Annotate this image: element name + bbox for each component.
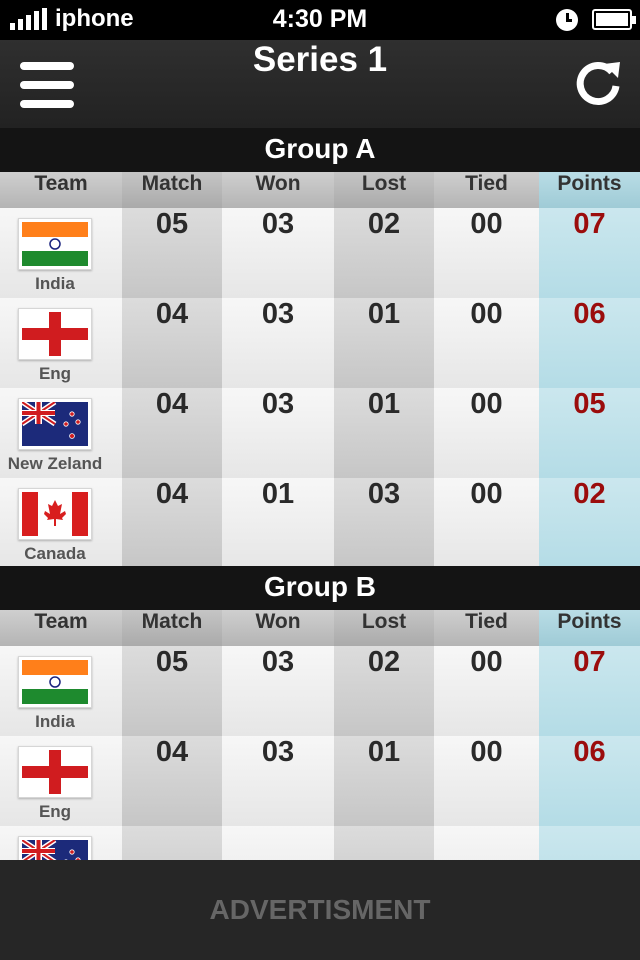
lost-cell: 01 (334, 298, 434, 388)
column-header-team[interactable]: Team (0, 172, 122, 208)
won-cell: 03 (222, 208, 334, 298)
points-cell: 07 (539, 646, 640, 736)
team-row[interactable]: Canada 04 01 03 00 02 (0, 478, 640, 568)
england-flag-icon (18, 308, 92, 360)
ad-banner[interactable]: ADVERTISMENT (0, 860, 640, 960)
points-cell: 06 (539, 736, 640, 826)
team-row[interactable]: India 05 03 02 00 07 (0, 646, 640, 736)
points-cell: 07 (539, 208, 640, 298)
match-cell: 04 (122, 298, 222, 388)
column-header-match[interactable]: Match (122, 172, 222, 208)
column-header-points[interactable]: Points (539, 610, 640, 646)
tied-cell: 00 (434, 646, 539, 736)
team-name: Eng (38, 802, 72, 821)
status-time: 4:30 PM (272, 5, 368, 33)
lost-cell: 02 (334, 646, 434, 736)
team-cell: New Zeland (0, 388, 122, 478)
tied-cell: 00 (434, 298, 539, 388)
column-header-tied[interactable]: Tied (434, 610, 539, 646)
tied-cell: 00 (434, 736, 539, 826)
column-header-row: Team Match Won Lost Tied Points (0, 610, 640, 646)
england-flag-icon (18, 746, 92, 798)
column-header-lost[interactable]: Lost (334, 610, 434, 646)
column-header-points[interactable]: Points (539, 172, 640, 208)
lost-cell: 01 (334, 736, 434, 826)
team-row[interactable]: India 05 03 02 00 07 (0, 208, 640, 298)
refresh-icon (576, 62, 620, 105)
lost-cell: 02 (334, 208, 434, 298)
new-zealand-flag-icon (18, 398, 92, 450)
team-row[interactable]: Eng 04 03 01 00 06 (0, 736, 640, 826)
alarm-clock-icon (556, 9, 578, 31)
team-row[interactable]: Eng 04 03 01 00 06 (0, 298, 640, 388)
won-cell: 03 (222, 298, 334, 388)
team-name: India (35, 712, 75, 731)
match-cell: 04 (122, 478, 222, 568)
column-header-tied[interactable]: Tied (434, 172, 539, 208)
india-flag-icon (18, 656, 92, 708)
match-cell: 04 (122, 736, 222, 826)
team-cell: Canada (0, 478, 122, 568)
column-header-won[interactable]: Won (222, 610, 334, 646)
tied-cell: 00 (434, 478, 539, 568)
points-cell: 02 (539, 478, 640, 568)
team-cell: Eng (0, 736, 122, 826)
match-cell: 05 (122, 646, 222, 736)
team-name: New Zeland (7, 454, 103, 473)
canada-flag-icon (18, 488, 92, 540)
lost-cell: 01 (334, 388, 434, 478)
column-header-team[interactable]: Team (0, 610, 122, 646)
team-cell: India (0, 208, 122, 298)
team-cell: Eng (0, 298, 122, 388)
points-cell: 06 (539, 298, 640, 388)
tied-cell: 00 (434, 208, 539, 298)
won-cell: 03 (222, 646, 334, 736)
column-header-lost[interactable]: Lost (334, 172, 434, 208)
won-cell: 03 (222, 736, 334, 826)
team-row[interactable]: New Zeland 04 03 01 00 05 (0, 388, 640, 478)
match-cell: 04 (122, 388, 222, 478)
nav-bar: Series 1 (0, 40, 640, 128)
column-header-won[interactable]: Won (222, 172, 334, 208)
column-header-row: Team Match Won Lost Tied Points (0, 172, 640, 208)
column-header-match[interactable]: Match (122, 610, 222, 646)
ad-label: ADVERTISMENT (209, 894, 431, 925)
group-header: Group A (0, 128, 640, 172)
team-name: Eng (38, 364, 72, 383)
hamburger-menu-icon (20, 62, 74, 70)
won-cell: 03 (222, 388, 334, 478)
points-cell: 05 (539, 388, 640, 478)
menu-button[interactable] (20, 62, 74, 108)
refresh-button[interactable] (572, 58, 624, 110)
won-cell: 01 (222, 478, 334, 568)
lost-cell: 03 (334, 478, 434, 568)
page-title: Series 1 (252, 40, 388, 79)
team-name: Canada (24, 544, 86, 563)
team-cell: India (0, 646, 122, 736)
india-flag-icon (18, 218, 92, 270)
status-bar: iphone 4:30 PM (0, 0, 640, 40)
group-header: Group B (0, 566, 640, 610)
match-cell: 05 (122, 208, 222, 298)
team-name: India (35, 274, 75, 293)
tied-cell: 00 (434, 388, 539, 478)
battery-icon (592, 9, 636, 30)
